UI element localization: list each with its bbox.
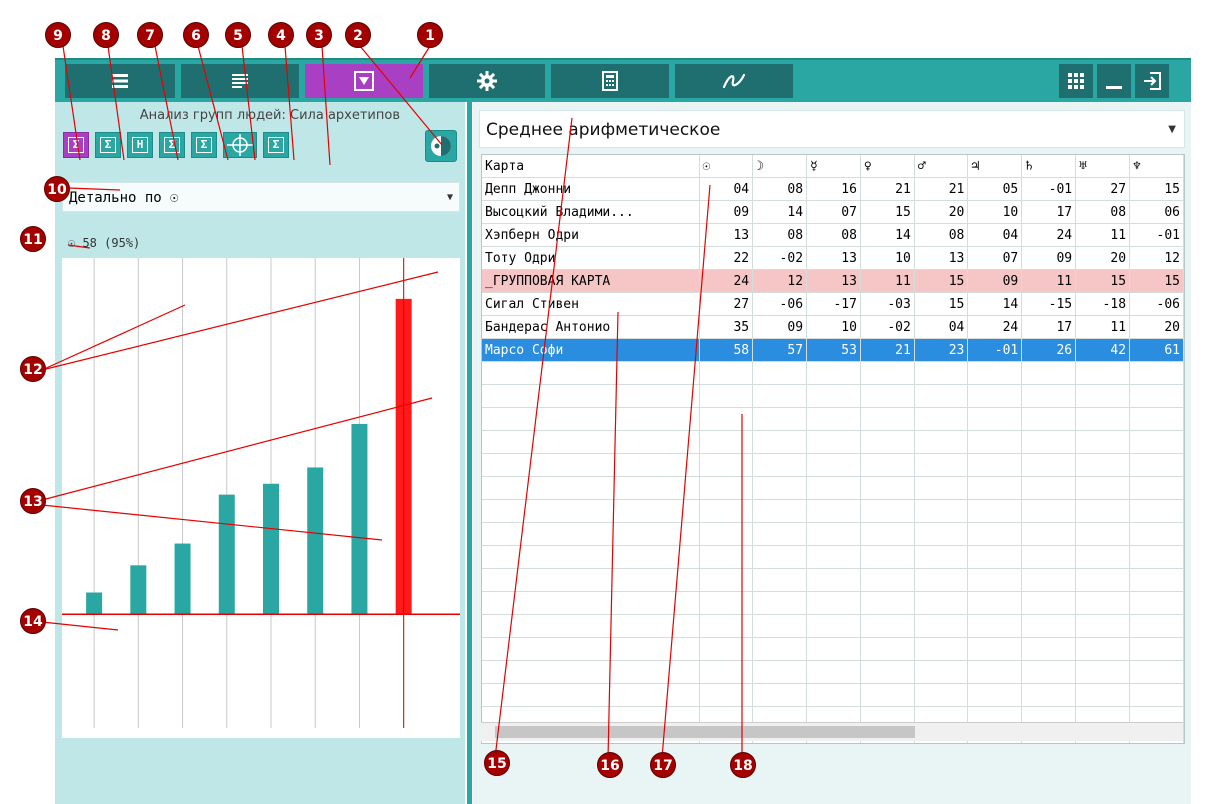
- annotation-marker: 11: [20, 226, 46, 252]
- annotation-marker: 12: [20, 356, 46, 382]
- annotation-marker: 4: [268, 22, 294, 48]
- annotation-marker: 2: [345, 22, 371, 48]
- annotation-lines: [41, 45, 743, 759]
- annotation-marker: 6: [183, 22, 209, 48]
- annotation-marker: 13: [20, 488, 46, 514]
- annotation-marker: 14: [20, 608, 46, 634]
- annotation-marker: 18: [730, 752, 756, 778]
- annotation-marker: 3: [306, 22, 332, 48]
- annotation-marker: 1: [417, 22, 443, 48]
- annotation-marker: 7: [137, 22, 163, 48]
- annotation-marker: 15: [484, 750, 510, 776]
- annotation-marker: 8: [93, 22, 119, 48]
- annotation-marker: 10: [44, 176, 70, 202]
- annotation-marker: 5: [225, 22, 251, 48]
- annotation-marker: 16: [597, 752, 623, 778]
- annotation-marker: 9: [45, 22, 71, 48]
- annotation-marker: 17: [650, 752, 676, 778]
